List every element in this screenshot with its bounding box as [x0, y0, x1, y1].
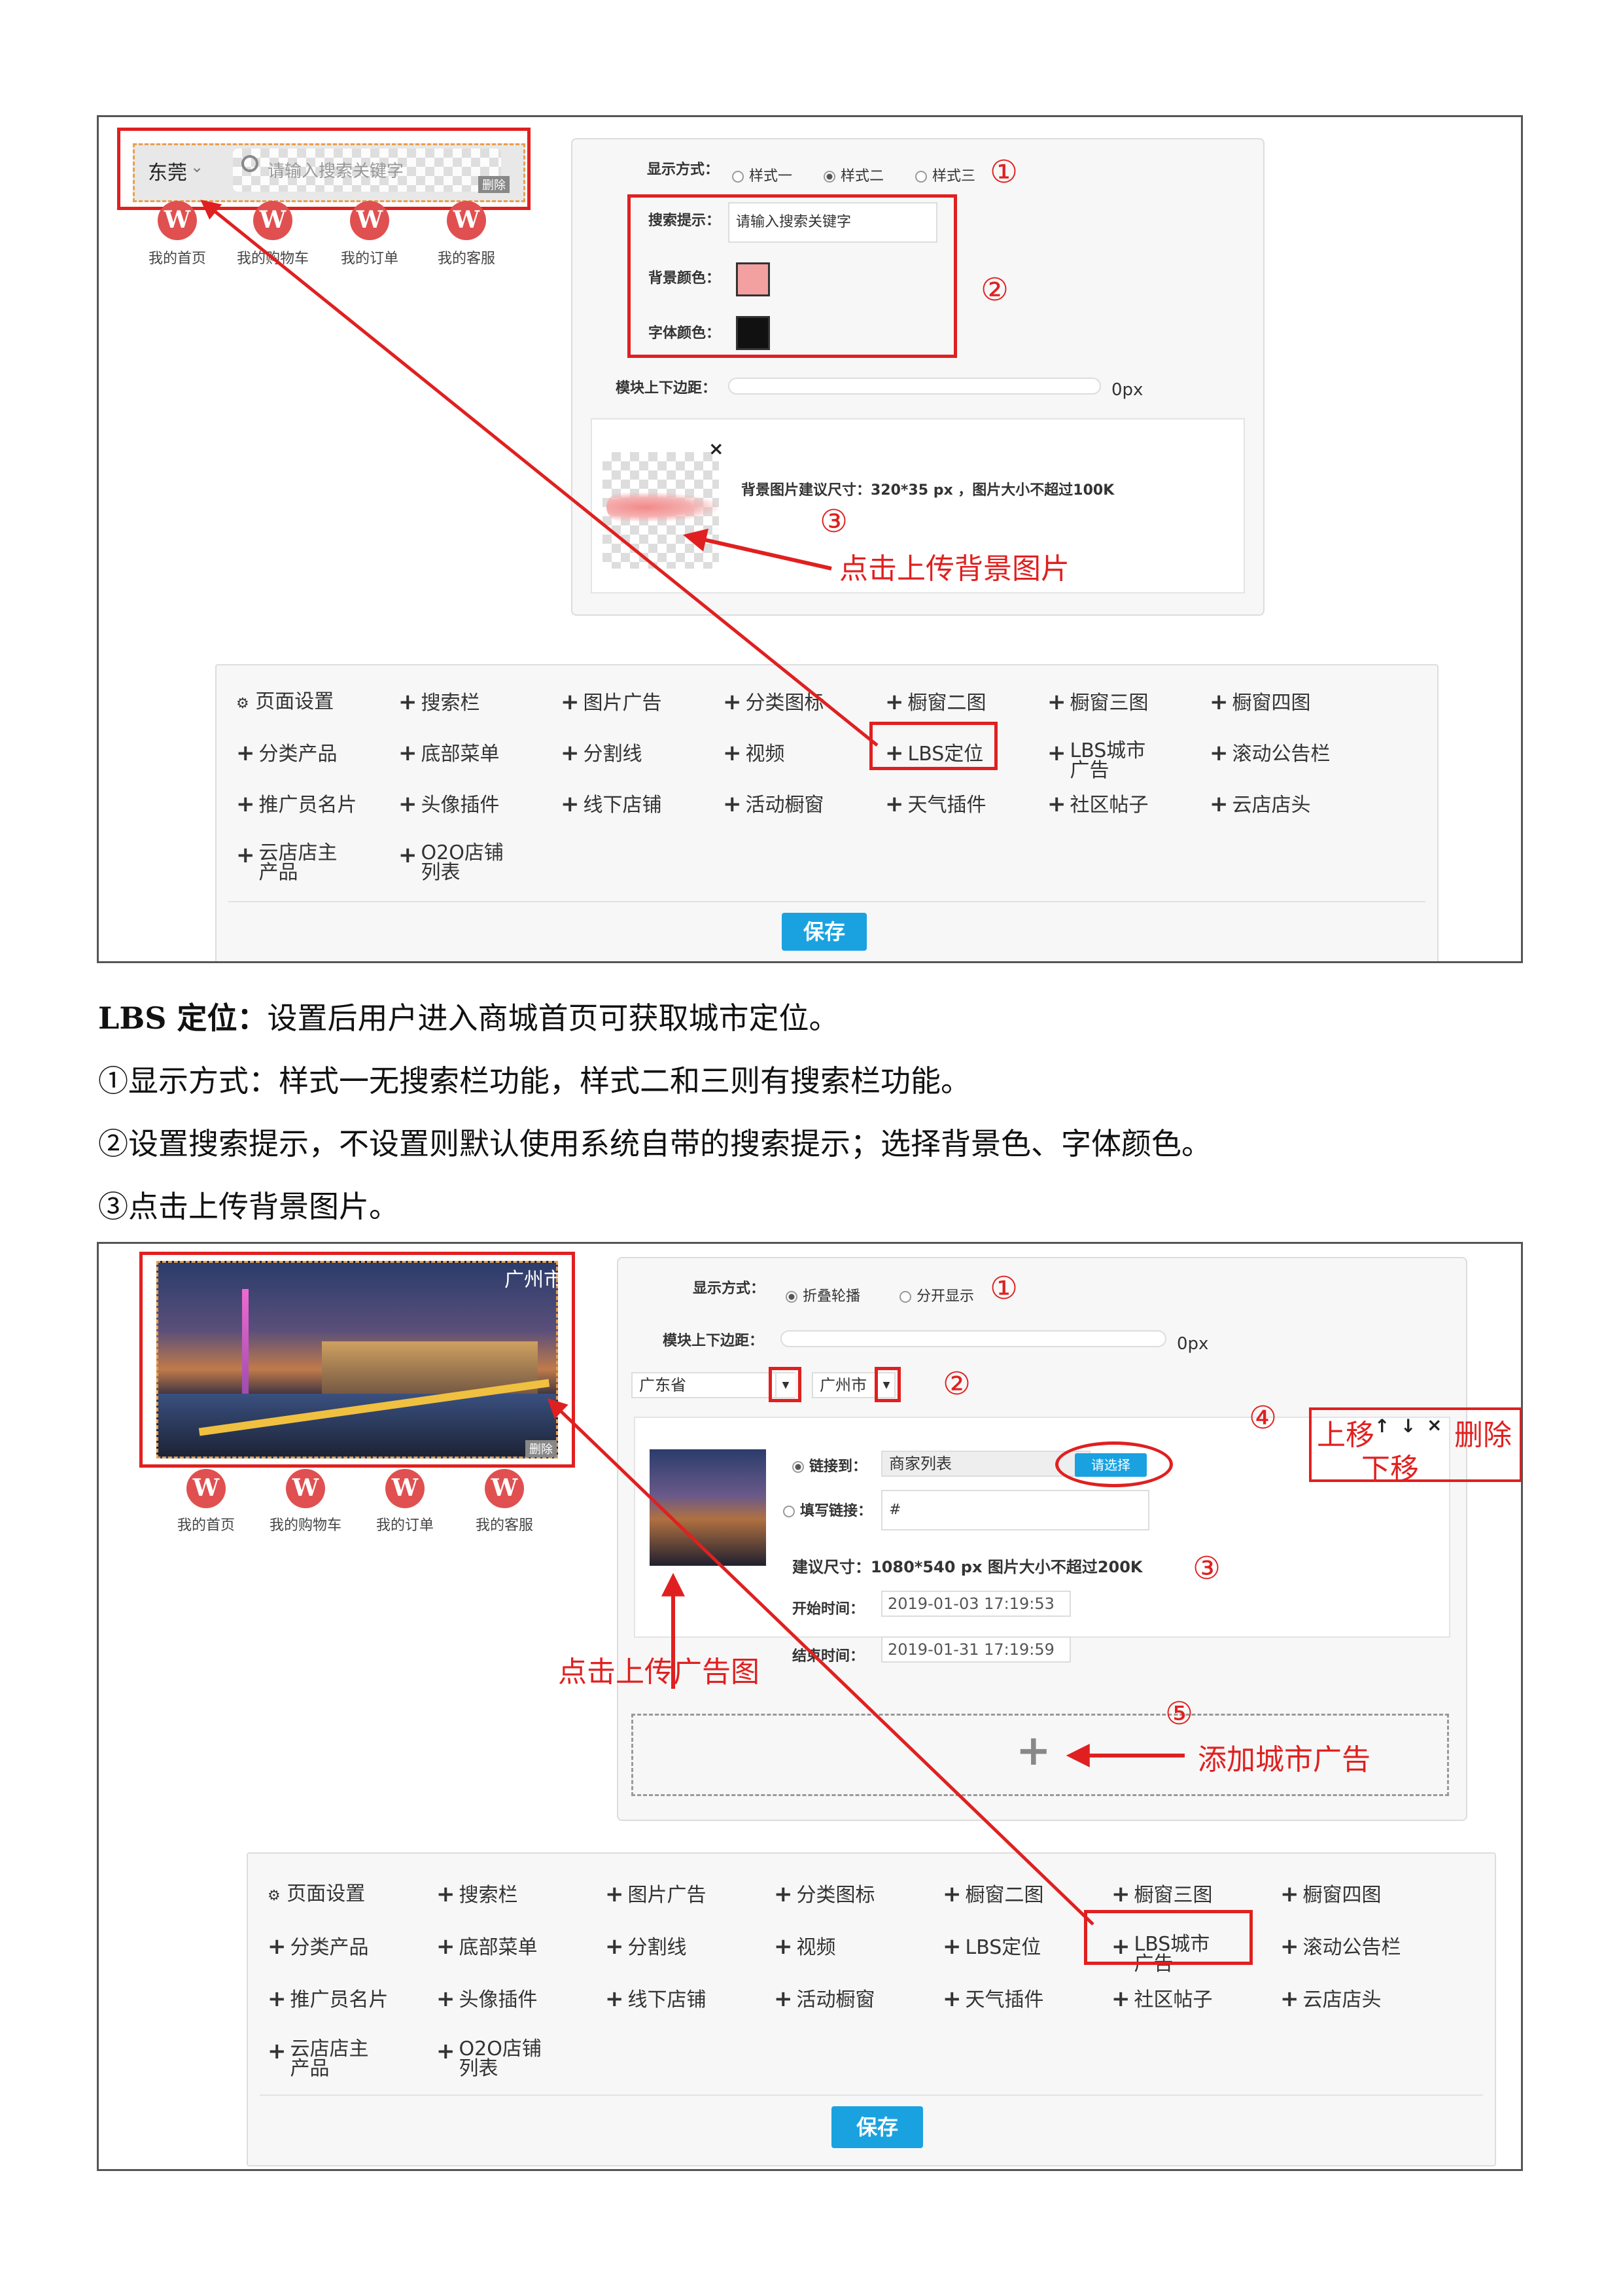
annotation-arrows: [200, 200, 879, 747]
screenshot-lbs-location: 东莞 ⌄ 请输入搜索关键字 删除 W W W W 我的首页 我的购物车 我的订单…: [97, 115, 1523, 963]
arrow-lbs-to-preview: [200, 200, 879, 747]
paragraph-display-mode: ①显示方式：样式一无搜索栏功能，样式二和三则有搜索栏功能。: [98, 1063, 971, 1099]
paragraph-lbs-intro: LBS 定位：设置后用户进入商城首页可获取城市定位。: [98, 1000, 839, 1036]
annotation-arrows: [547, 1398, 1185, 1926]
arrow-upload-note: [682, 528, 832, 571]
paragraph-upload-bg: ③点击上传背景图片。: [98, 1189, 399, 1224]
screenshot-lbs-city-ad: 广州市 删除 W W W W 我的首页 我的购物车 我的订单 我的客服 显示方式…: [97, 1242, 1523, 2171]
arrow-city-ad-to-banner: [547, 1398, 1094, 1926]
paragraph-search-hint: ②设置搜索提示，不设置则默认使用系统自带的搜索提示；选择背景色、字体颜色。: [98, 1126, 1212, 1161]
